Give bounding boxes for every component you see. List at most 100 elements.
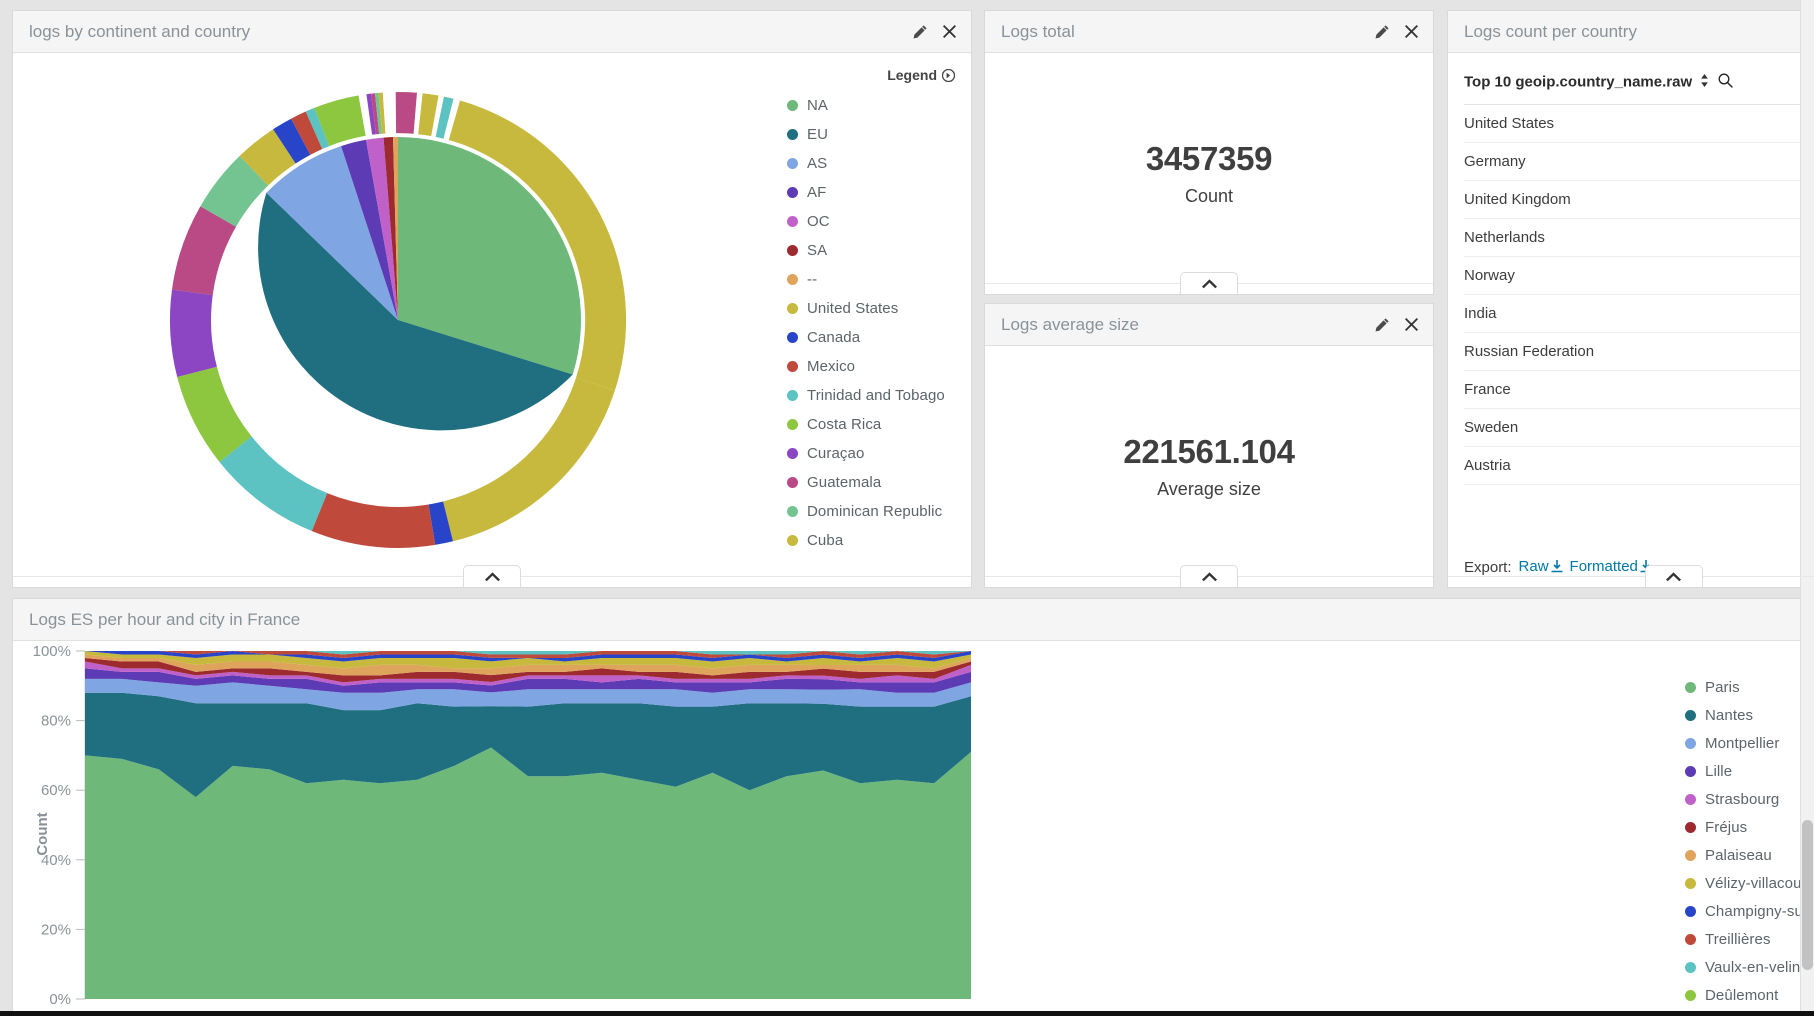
legend-color-swatch (1685, 821, 1696, 833)
legend-item-label: Champigny-sur-marne (1705, 902, 1814, 920)
table-row[interactable]: Norway114781 (1464, 256, 1814, 295)
table-row[interactable]: Russian Federation99850 (1464, 332, 1814, 371)
legend-item[interactable]: Strasbourg (1675, 785, 1814, 813)
metric-label: Average size (1157, 479, 1261, 499)
legend-color-swatch (787, 245, 798, 256)
y-axis-tick-label: 60% (41, 782, 71, 799)
legend-item[interactable]: Deûlemont (1675, 981, 1814, 1009)
legend-color-swatch (787, 361, 798, 372)
legend-item[interactable]: Vélizy-villacoublay (1675, 869, 1814, 897)
table-row[interactable]: Germany238210 (1464, 142, 1814, 181)
export-raw-link[interactable]: Raw (1519, 558, 1563, 577)
close-icon[interactable] (1404, 317, 1419, 332)
area-chart[interactable]: Count 0% 20% 40% 60% 80% 100% (13, 641, 1675, 1016)
legend-color-swatch (1685, 793, 1696, 805)
legend-item[interactable]: NA (783, 91, 965, 120)
table-header-row: Top 10 geoip.country_name.raw Count (1464, 63, 1814, 105)
legend-color-swatch (787, 448, 798, 459)
metric-display[interactable]: 221561.104 Average size (985, 346, 1433, 587)
legend-item[interactable]: Nantes (1675, 701, 1814, 729)
legend-item[interactable]: EU (783, 120, 965, 149)
legend-item-label: Trinidad and Tobago (807, 387, 945, 404)
sort-icon[interactable] (1700, 74, 1709, 91)
column-header-country[interactable]: Top 10 geoip.country_name.raw (1464, 63, 1793, 105)
area-chart-svg: 0%20%40%60%80%100% (33, 643, 971, 1008)
pencil-icon[interactable] (912, 24, 928, 40)
legend-item[interactable]: Cuba (783, 526, 965, 555)
legend-item-label: EU (807, 126, 829, 143)
table-row[interactable]: France84578 (1464, 370, 1814, 409)
collapse-panel-button[interactable] (1180, 565, 1238, 587)
legend-item[interactable]: SA (783, 236, 965, 265)
legend-color-swatch (787, 187, 798, 198)
close-icon[interactable] (1404, 24, 1419, 39)
collapse-panel-button[interactable] (1644, 565, 1703, 587)
legend-item[interactable]: Fréjus (1675, 813, 1814, 841)
table-row[interactable]: Netherlands157658 (1464, 218, 1814, 257)
legend-item[interactable]: United States (783, 294, 965, 323)
export-formatted-link[interactable]: Formatted (1570, 558, 1652, 577)
cell-country: Russian Federation (1464, 332, 1793, 371)
cell-country: Norway (1464, 256, 1793, 295)
legend-color-swatch (787, 303, 798, 314)
legend-toggle[interactable]: Legend (783, 63, 965, 91)
legend-color-swatch (1685, 933, 1696, 945)
legend-item[interactable]: Trinidad and Tobago (783, 381, 965, 410)
legend-toggle[interactable]: Legend (1675, 649, 1814, 673)
legend-item-label: Deûlemont (1705, 986, 1779, 1004)
legend-item[interactable]: Vaulx-en-velin (1675, 953, 1814, 981)
cell-country: United States (1464, 104, 1793, 143)
legend-item[interactable]: AS (783, 149, 965, 178)
area-series-paris[interactable] (85, 747, 971, 999)
legend-item-label: Vélizy-villacoublay (1705, 874, 1814, 892)
legend-item[interactable]: Treillières (1675, 925, 1814, 953)
legend-item[interactable]: -- (783, 265, 965, 294)
y-axis-tick-label: 0% (49, 991, 71, 1008)
pencil-icon[interactable] (1374, 24, 1390, 40)
legend-item-label: AF (807, 184, 827, 201)
legend-color-swatch (787, 100, 798, 111)
cell-country: India (1464, 294, 1793, 333)
pencil-icon[interactable] (1374, 317, 1390, 333)
legend-item[interactable]: Guatemala (783, 468, 965, 497)
legend-item[interactable]: Curaçao (783, 439, 965, 468)
legend-item-label: Montpellier (1705, 734, 1780, 752)
legend-item[interactable]: Mexico (783, 352, 965, 381)
legend-item[interactable]: Paris (1675, 673, 1814, 701)
close-icon[interactable] (942, 24, 957, 39)
panel-header: Logs count per country (1448, 11, 1814, 53)
legend-item-label: AS (807, 155, 828, 172)
legend-color-swatch (787, 216, 798, 227)
legend-item[interactable]: OC (783, 207, 965, 236)
table-row[interactable]: United Kingdom225691 (1464, 180, 1814, 219)
table-row[interactable]: United States1552820 (1464, 104, 1814, 143)
screen-bottom-edge (0, 1011, 1814, 1016)
legend-item[interactable]: AF (783, 178, 965, 207)
collapse-panel-button[interactable] (463, 565, 521, 587)
metric-display[interactable]: 3457359 Count (985, 53, 1433, 294)
collapse-panel-button[interactable] (1180, 272, 1238, 294)
search-icon[interactable] (1718, 73, 1734, 92)
legend-color-swatch (1685, 765, 1696, 777)
table-row[interactable]: India101145 (1464, 294, 1814, 333)
legend-item[interactable]: Dominican Republic (783, 497, 965, 526)
table-row[interactable]: Austria56493 (1464, 446, 1814, 485)
panel-body: Top 10 geoip.country_name.raw Count (1448, 53, 1814, 587)
legend-color-swatch (787, 390, 798, 401)
donut-chart[interactable] (13, 53, 783, 587)
legend-item[interactable]: Palaiseau (1675, 841, 1814, 869)
metric-value: 221561.104 (1123, 433, 1295, 470)
legend-header-label: Legend (887, 67, 937, 83)
legend-item-label: Mexico (807, 358, 856, 375)
panel-title: logs by continent and country (29, 21, 251, 41)
legend-item[interactable]: Lille (1675, 757, 1814, 785)
legend-item[interactable]: Montpellier (1675, 729, 1814, 757)
legend-item[interactable]: Costa Rica (783, 410, 965, 439)
panel-actions (1374, 317, 1419, 333)
scrollbar-thumb[interactable] (1802, 820, 1813, 970)
legend-item[interactable]: Canada (783, 323, 965, 352)
panel-logs-by-continent-and-country: logs by continent and country Legend NA … (12, 10, 972, 588)
legend-item[interactable]: Champigny-sur-marne (1675, 897, 1814, 925)
table-row[interactable]: Sweden74839 (1464, 408, 1814, 447)
page-scrollbar[interactable] (1800, 0, 1814, 1016)
